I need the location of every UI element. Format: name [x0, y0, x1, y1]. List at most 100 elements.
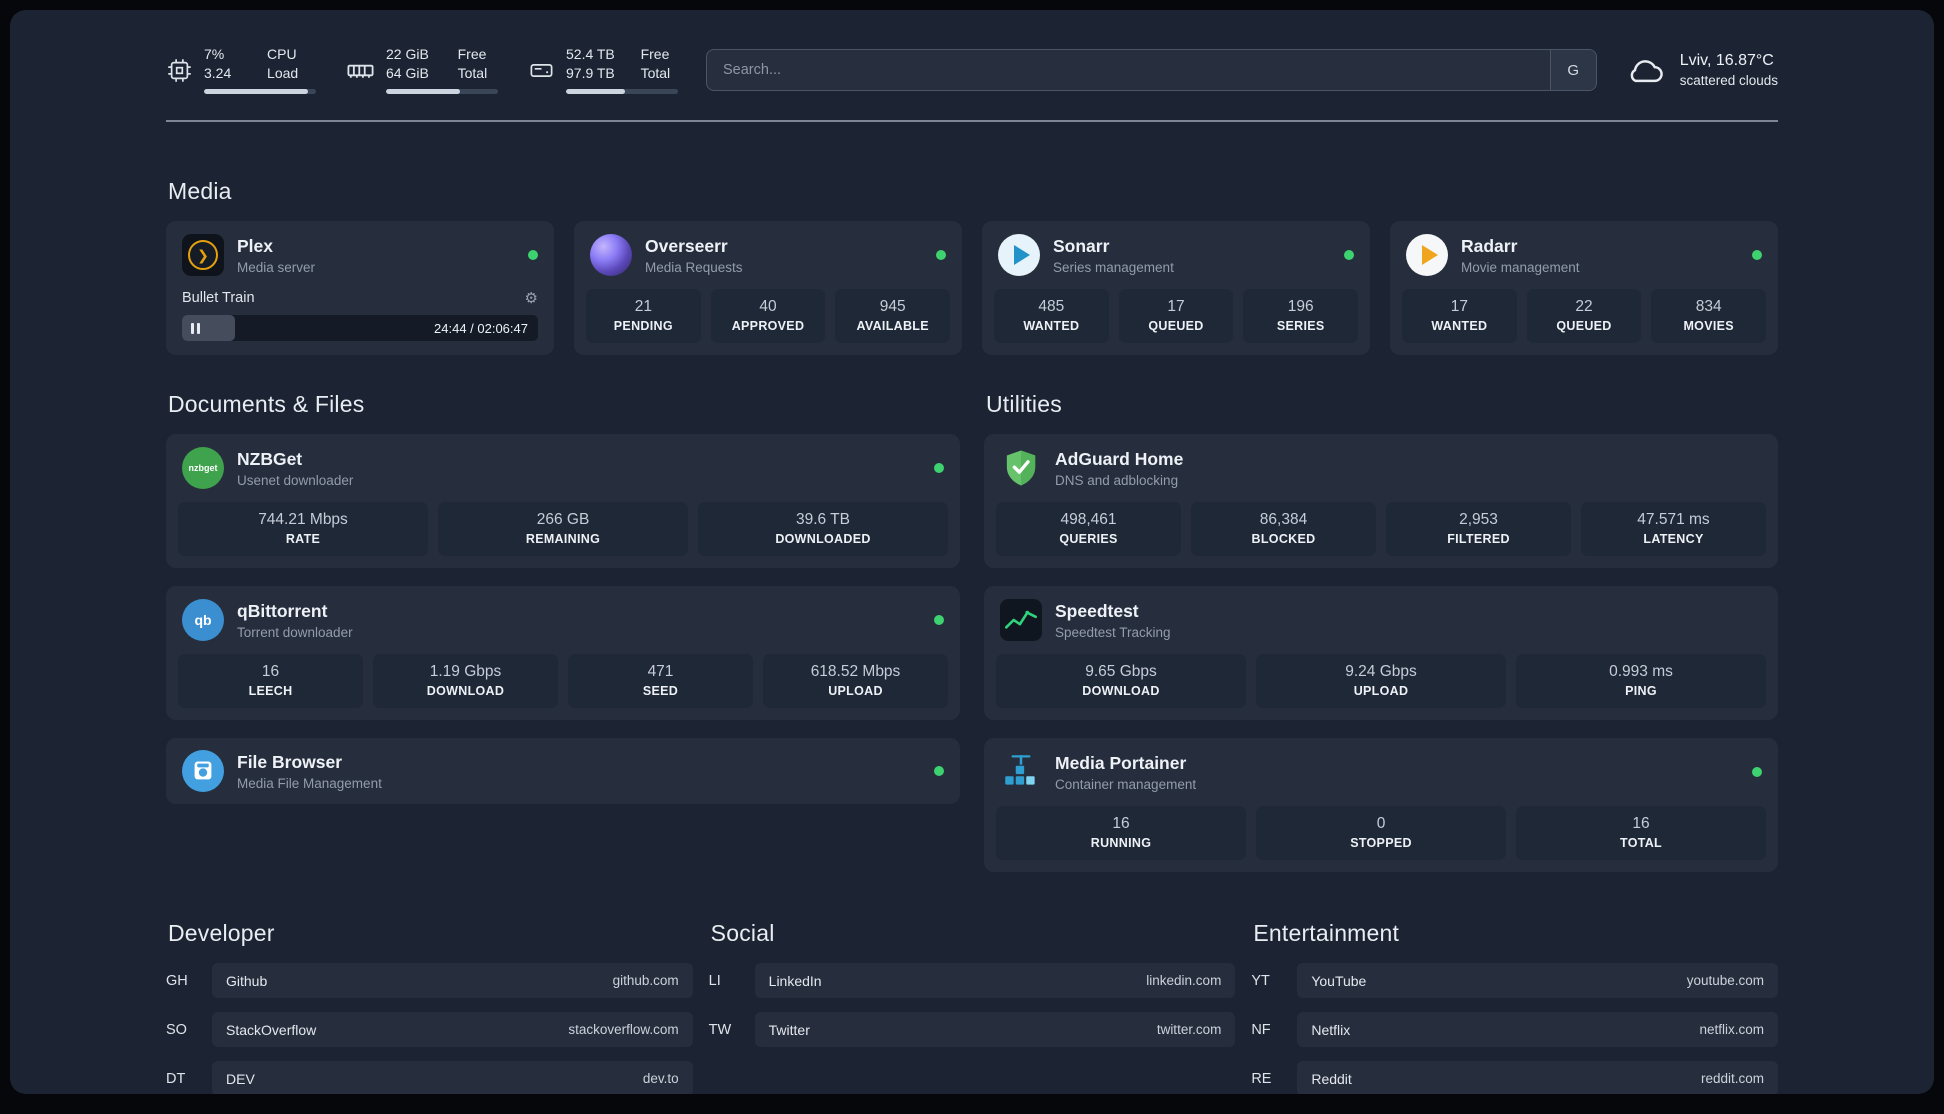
weather-location: Lviv, 16.87°C: [1679, 52, 1774, 69]
social-section-title: Social: [710, 920, 775, 946]
sonarr-card[interactable]: Sonarr Series management 485 WANTED 17 Q…: [982, 221, 1370, 355]
bookmark-github[interactable]: GH Github github.com: [166, 963, 693, 998]
cpu-progress-bar: [204, 89, 316, 94]
section-entertainment: Entertainment YT YouTube youtube.com NF …: [1251, 920, 1778, 1094]
topbar-divider: [166, 120, 1778, 122]
stat-tile-approved: 40 APPROVED: [710, 289, 826, 343]
stat-tile-filtered: 2,953 FILTERED: [1386, 502, 1571, 556]
filebrowser-card[interactable]: File Browser Media File Management: [166, 738, 960, 804]
cpu-label: CPU: [267, 46, 297, 62]
bookmark-name: YouTube: [1311, 972, 1367, 989]
section-utilities: Utilities AdGuard Home DNS and adblockin…: [984, 391, 1778, 872]
section-media: Media ❯ Plex Media server Bullet Train ⚙…: [166, 178, 1778, 355]
system-monitors: 7% CPU 3.24 Load 22 GiB Free 64 GiB Tota…: [166, 46, 678, 94]
stat-tile-upload: 9.24 Gbps UPLOAD: [1256, 654, 1506, 708]
search-engine-button[interactable]: G: [1549, 50, 1596, 90]
ram-icon: [347, 64, 374, 78]
app-name-adguard: AdGuard Home: [1055, 448, 1184, 469]
ram-progress-bar: [386, 89, 498, 94]
stat-tile-upload: 618.52 Mbps UPLOAD: [763, 654, 948, 708]
plex-now-playing: Bullet Train ⚙ 24:44 / 02:06:47: [166, 289, 554, 354]
app-desc-sonarr: Series management: [1053, 259, 1174, 275]
bookmark-abbr: GH: [166, 972, 188, 989]
stat-tile-series: 196 SERIES: [1243, 289, 1359, 343]
status-dot: [936, 250, 946, 260]
app-name-overseerr: Overseerr: [645, 235, 728, 256]
adguard-icon: [1000, 447, 1042, 489]
portainer-card[interactable]: Media Portainer Container management 16 …: [984, 738, 1778, 872]
stat-tile-queries: 498,461 QUERIES: [996, 502, 1181, 556]
radarr-icon: [1406, 234, 1448, 276]
bookmark-dev[interactable]: DT DEV dev.to: [166, 1061, 693, 1094]
bookmark-linkedin[interactable]: LI LinkedIn linkedin.com: [709, 963, 1236, 998]
stat-tile-seed: 471 SEED: [568, 654, 753, 708]
portainer-icon: [1000, 751, 1042, 793]
stat-tile-wanted: 17 WANTED: [1402, 289, 1517, 343]
speedtest-card[interactable]: Speedtest Speedtest Tracking 9.65 Gbps D…: [984, 586, 1778, 720]
status-dot: [934, 615, 944, 625]
stat-tile-pending: 21 PENDING: [586, 289, 701, 343]
bookmark-url: linkedin.com: [1146, 973, 1222, 988]
cpu-icon: [168, 58, 191, 82]
bookmark-name: Reddit: [1311, 1070, 1352, 1087]
media-section-title: Media: [168, 178, 232, 204]
utilities-section-title: Utilities: [986, 391, 1062, 417]
pause-icon[interactable]: [191, 322, 200, 334]
overseerr-card[interactable]: Overseerr Media Requests 21 PENDING 40 A…: [574, 221, 962, 355]
stat-tile-blocked: 86,384 BLOCKED: [1191, 502, 1376, 556]
dashboard-page: 7% CPU 3.24 Load 22 GiB Free 64 GiB Tota…: [10, 10, 1934, 1094]
plex-card[interactable]: ❯ Plex Media server Bullet Train ⚙ 24:44…: [166, 221, 554, 355]
ram-monitor: 22 GiB Free 64 GiB Total: [346, 46, 498, 94]
stat-tile-download: 9.65 Gbps DOWNLOAD: [996, 654, 1246, 708]
stat-tile-total: 16 TOTAL: [1516, 806, 1766, 860]
search-area: G: [706, 49, 1597, 91]
bookmark-abbr: TW: [708, 1021, 732, 1038]
bookmark-name: DEV: [226, 1070, 255, 1087]
bookmark-stackoverflow[interactable]: SO StackOverflow stackoverflow.com: [166, 1012, 693, 1047]
app-name-plex: Plex: [237, 235, 273, 256]
app-name-nzbget: NZBGet: [237, 448, 303, 469]
overseerr-icon: [590, 234, 632, 276]
stat-tile-remaining: 266 GB REMAINING: [438, 502, 688, 556]
status-dot: [528, 250, 538, 260]
app-desc-portainer: Container management: [1055, 776, 1197, 792]
bookmark-youtube[interactable]: YT YouTube youtube.com: [1251, 963, 1778, 998]
disk-icon: [530, 63, 553, 77]
section-documents: Documents & Files nzbget NZBGet Usenet d…: [166, 391, 960, 872]
stat-tile-movies: 834 MOVIES: [1651, 289, 1767, 343]
playback-time: 24:44 / 02:06:47: [434, 320, 528, 336]
nzbget-card[interactable]: nzbget NZBGet Usenet downloader 744.21 M…: [166, 434, 960, 568]
bookmark-url: netflix.com: [1699, 1022, 1764, 1037]
documents-section-title: Documents & Files: [168, 391, 365, 417]
nzbget-icon: nzbget: [182, 447, 224, 489]
filebrowser-icon: [182, 750, 224, 792]
app-desc-qbittorrent: Torrent downloader: [237, 624, 353, 640]
gear-icon[interactable]: ⚙: [525, 289, 538, 307]
bookmark-url: github.com: [612, 973, 679, 988]
playback-progress-bar[interactable]: 24:44 / 02:06:47: [182, 315, 538, 341]
radarr-card[interactable]: Radarr Movie management 17 WANTED 22 QUE…: [1390, 221, 1778, 355]
disk-monitor: 52.4 TB Free 97.9 TB Total: [528, 46, 678, 94]
app-name-portainer: Media Portainer: [1055, 752, 1187, 773]
adguard-card[interactable]: AdGuard Home DNS and adblocking 498,461 …: [984, 434, 1778, 568]
bookmark-url: twitter.com: [1156, 1022, 1222, 1037]
app-name-sonarr: Sonarr: [1053, 235, 1110, 256]
bookmark-twitter[interactable]: TW Twitter twitter.com: [709, 1012, 1236, 1047]
app-desc-plex: Media server: [237, 259, 316, 275]
ram-total-value: 64 GiB: [386, 65, 429, 81]
app-name-radarr: Radarr: [1461, 235, 1518, 256]
cloud-icon: [1630, 60, 1663, 83]
status-dot: [1752, 767, 1762, 777]
bookmark-name: LinkedIn: [768, 972, 822, 989]
qbittorrent-card[interactable]: qb qBittorrent Torrent downloader 16 LEE…: [166, 586, 960, 720]
stat-tile-leech: 16 LEECH: [178, 654, 363, 708]
bookmark-reddit[interactable]: RE Reddit reddit.com: [1251, 1061, 1778, 1094]
bookmark-netflix[interactable]: NF Netflix netflix.com: [1251, 1012, 1778, 1047]
bookmark-abbr: RE: [1251, 1070, 1272, 1087]
bookmark-abbr: YT: [1251, 972, 1270, 989]
ram-total-label: Total: [457, 65, 488, 81]
search-input[interactable]: [707, 50, 1550, 90]
section-social: Social LI LinkedIn linkedin.com TW Twitt…: [709, 920, 1236, 1094]
app-desc-radarr: Movie management: [1461, 259, 1580, 275]
status-dot: [934, 766, 944, 776]
